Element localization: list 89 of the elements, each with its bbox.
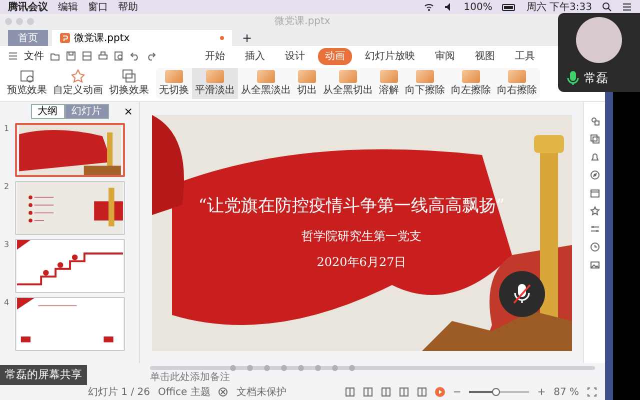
wifi-icon[interactable] xyxy=(424,2,434,12)
ribbon-button[interactable]: 预览效果 xyxy=(4,66,50,101)
protection-status: 文档未保护 xyxy=(236,386,286,400)
zoom-out-button[interactable]: − xyxy=(452,384,462,400)
presentation-icon xyxy=(60,33,70,43)
screen-share-label: 常磊的屏幕共享 xyxy=(0,364,87,385)
zoom-thumb[interactable] xyxy=(492,388,500,396)
ribbon-button[interactable]: 自定义动画 xyxy=(50,66,106,101)
slide-date: 2020年6月27日 xyxy=(316,254,406,272)
slide-counter: 幻灯片 1 / 26 xyxy=(87,386,150,400)
zoom-in-button[interactable]: + xyxy=(537,384,546,400)
slide-number: 2 xyxy=(4,181,10,193)
fullscreen-icon[interactable] xyxy=(587,387,597,397)
transition-thumbnail-icon xyxy=(257,70,275,82)
app-menu[interactable]: 腾讯会议 xyxy=(8,0,48,14)
participant-name: 常磊 xyxy=(584,70,608,87)
menubar-clock: 周六 下午3:33 xyxy=(526,0,592,14)
image-icon[interactable] xyxy=(590,260,600,270)
ribbon-button[interactable]: 切换效果 xyxy=(106,66,152,101)
bell-icon[interactable] xyxy=(590,152,600,162)
preview-icon xyxy=(20,69,34,83)
avatar-placeholder xyxy=(576,17,622,63)
close-button[interactable]: × xyxy=(124,106,133,118)
transition-thumbnail-icon xyxy=(206,70,224,82)
menu-item[interactable]: 帮助 xyxy=(118,0,138,14)
transition-option[interactable]: 平滑淡出 xyxy=(192,68,238,99)
slide-number: 1 xyxy=(4,123,10,135)
compass-icon[interactable] xyxy=(590,170,600,180)
ribbon-tab[interactable]: 设计 xyxy=(278,48,312,64)
slide-number: 4 xyxy=(4,297,10,309)
transition-thumbnail-icon xyxy=(462,70,480,82)
list-icon[interactable] xyxy=(622,2,632,12)
window-title: 微党课.pptx xyxy=(274,14,332,28)
copy-icon[interactable] xyxy=(590,134,600,144)
battery-icon xyxy=(502,2,516,12)
history-icon[interactable] xyxy=(590,242,600,252)
print-icon[interactable] xyxy=(98,51,108,61)
slide-thumbnail[interactable] xyxy=(15,181,125,235)
document-tab[interactable]: 微党课.pptx xyxy=(52,30,232,46)
star-icon[interactable] xyxy=(590,206,600,216)
folder-icon[interactable] xyxy=(50,51,60,61)
transition-option[interactable]: 从全黑淡出 xyxy=(238,68,294,99)
new-tab-button[interactable]: + xyxy=(236,30,258,46)
window-icon[interactable] xyxy=(590,188,600,198)
transition-thumbnail-icon xyxy=(339,70,357,82)
menu-item[interactable]: 窗口 xyxy=(88,0,108,14)
slide-scrollbar[interactable] xyxy=(150,366,595,370)
slide-title: “让党旗在防控疫情斗争第一线高高飘扬” xyxy=(198,194,505,218)
save-icon[interactable] xyxy=(66,51,76,61)
slide-thumbnail[interactable] xyxy=(15,297,125,351)
transition-thumbnail-icon xyxy=(508,70,526,82)
ribbon-tab[interactable]: 工具 xyxy=(508,48,542,64)
star-icon xyxy=(71,69,85,83)
ribbon-tab[interactable]: 开始 xyxy=(198,48,232,64)
theme-name: Office 主题 xyxy=(158,386,210,400)
menu-item[interactable]: 编辑 xyxy=(58,0,78,14)
notes-placeholder[interactable]: 单击此处添加备注 xyxy=(150,372,230,384)
view-toggle[interactable]: 大纲 xyxy=(30,104,64,119)
transition-option[interactable]: 向左擦除 xyxy=(448,68,494,99)
menu-icon[interactable] xyxy=(8,51,18,61)
transition-thumbnail-icon xyxy=(165,70,183,82)
transition-thumbnail-icon xyxy=(380,70,398,82)
ribbon-tab[interactable]: 视图 xyxy=(468,48,502,64)
ribbon-tab[interactable]: 审阅 xyxy=(428,48,462,64)
undo-icon[interactable] xyxy=(130,51,140,61)
transition-thumbnail-icon xyxy=(298,70,316,82)
people-icon[interactable] xyxy=(590,116,600,126)
search-icon[interactable] xyxy=(602,2,612,12)
play-icon[interactable] xyxy=(434,387,445,397)
zoom-level: 87 % xyxy=(554,386,579,400)
transition-option[interactable]: 切出 xyxy=(294,68,320,99)
transition-option[interactable]: 向右擦除 xyxy=(494,68,540,99)
transition-option[interactable]: 溶解 xyxy=(376,68,402,99)
slide-thumbnail[interactable] xyxy=(15,123,125,177)
transition-option[interactable]: 无切换 xyxy=(156,68,192,99)
sliders-icon[interactable] xyxy=(590,224,600,234)
transition-thumbnail-icon xyxy=(416,70,434,82)
battery-percent: 100% xyxy=(464,0,492,14)
file-menu[interactable]: 文件 xyxy=(24,48,44,64)
transition-option[interactable]: 从全黑切出 xyxy=(320,68,376,99)
transition-option[interactable]: 向下擦除 xyxy=(402,68,448,99)
slide-subtitle: 哲学院研究生第一党支 xyxy=(302,228,422,246)
ribbon-tab[interactable]: 插入 xyxy=(238,48,272,64)
overlapping-frames-icon xyxy=(122,69,136,83)
redo-icon[interactable] xyxy=(146,51,156,61)
slide-thumbnail[interactable] xyxy=(15,239,125,293)
ribbon-tab[interactable]: 幻灯片放映 xyxy=(358,48,422,64)
unsaved-dot xyxy=(220,36,224,40)
slide-number: 3 xyxy=(4,239,10,251)
